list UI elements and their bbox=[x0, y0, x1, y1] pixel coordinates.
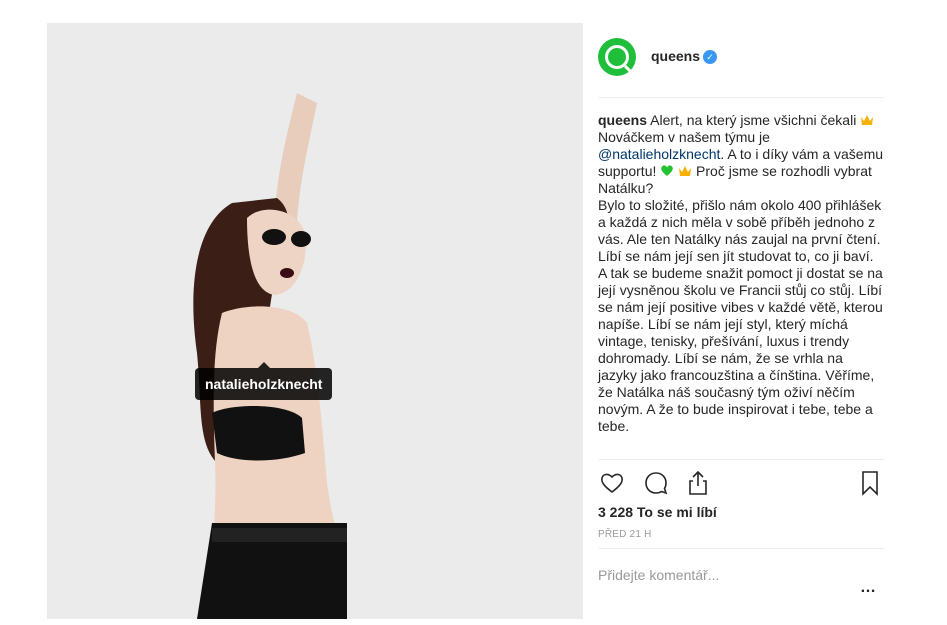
post-caption: queens Alert, na který jsme všichni čeka… bbox=[598, 112, 884, 435]
heart-icon[interactable] bbox=[598, 469, 626, 497]
divider bbox=[598, 459, 884, 460]
post-sidebar: queens ✓ queens Alert, na který jsme vši… bbox=[598, 23, 884, 619]
comment-input[interactable] bbox=[598, 567, 838, 583]
divider bbox=[598, 548, 884, 549]
caption-username[interactable]: queens bbox=[598, 112, 647, 128]
post-header: queens ✓ bbox=[598, 38, 884, 82]
green-heart-emoji-icon bbox=[661, 165, 674, 176]
queens-logo-icon bbox=[605, 45, 629, 69]
divider bbox=[598, 97, 884, 98]
post-actions bbox=[598, 469, 884, 499]
post-photo[interactable]: natalieholzknecht bbox=[47, 23, 583, 619]
caption-body: Bylo to složité, přišlo nám okolo 400 př… bbox=[598, 197, 883, 434]
caption-text: Alert, na který jsme všichni čekali bbox=[647, 112, 861, 128]
more-options-button[interactable]: … bbox=[860, 579, 877, 597]
verified-badge-icon: ✓ bbox=[703, 50, 717, 64]
bookmark-icon[interactable] bbox=[856, 469, 884, 497]
crown-emoji-icon bbox=[861, 115, 874, 125]
like-count[interactable]: 3 228 To se mi líbí bbox=[598, 504, 717, 520]
crown-emoji-icon bbox=[679, 166, 692, 176]
share-icon[interactable] bbox=[684, 469, 712, 497]
instagram-post: natalieholzknecht queens ✓ queens Alert,… bbox=[47, 23, 902, 619]
post-timestamp[interactable]: PŘED 21 H bbox=[598, 529, 652, 540]
caption-text: Nováčkem v našem týmu je bbox=[598, 129, 770, 145]
mention-link[interactable]: @natalieholzknecht bbox=[598, 146, 720, 162]
tagged-user-label[interactable]: natalieholzknecht bbox=[195, 362, 333, 400]
comment-icon[interactable] bbox=[642, 469, 670, 497]
author-username[interactable]: queens bbox=[651, 48, 700, 64]
avatar[interactable] bbox=[598, 38, 636, 76]
